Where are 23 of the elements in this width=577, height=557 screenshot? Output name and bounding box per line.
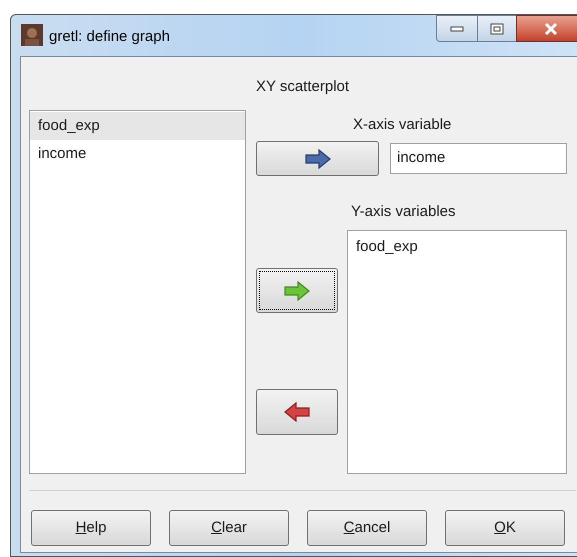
right-arrow-icon [284, 280, 310, 300]
list-item[interactable]: income [30, 140, 245, 168]
left-arrow-icon [284, 402, 310, 422]
dialog-button[interactable]: Clear [169, 510, 289, 546]
dialog-button[interactable]: Help [31, 510, 151, 546]
maximize-button[interactable] [478, 15, 516, 42]
x-axis-field[interactable]: income [390, 143, 567, 174]
dialog-button[interactable]: OK [445, 510, 565, 546]
list-item[interactable]: food_exp [348, 233, 566, 261]
arrow-button[interactable] [256, 268, 338, 313]
dialog-heading: XY scatterplot [256, 77, 350, 97]
right-arrow-icon [304, 148, 330, 168]
close-icon [544, 22, 558, 34]
minimize-button[interactable] [436, 15, 478, 42]
list-item[interactable]: food_exp [30, 112, 245, 140]
dialog-button[interactable]: Cancel [307, 510, 427, 546]
close-button[interactable] [516, 15, 577, 42]
app-icon [21, 24, 43, 46]
minimize-icon [450, 26, 464, 32]
y-axis-label: Y-axis variables [351, 202, 456, 222]
restore-icon [490, 22, 504, 34]
window-title: gretl: define graph [49, 27, 170, 47]
x-axis-label: X-axis variable [353, 115, 452, 136]
